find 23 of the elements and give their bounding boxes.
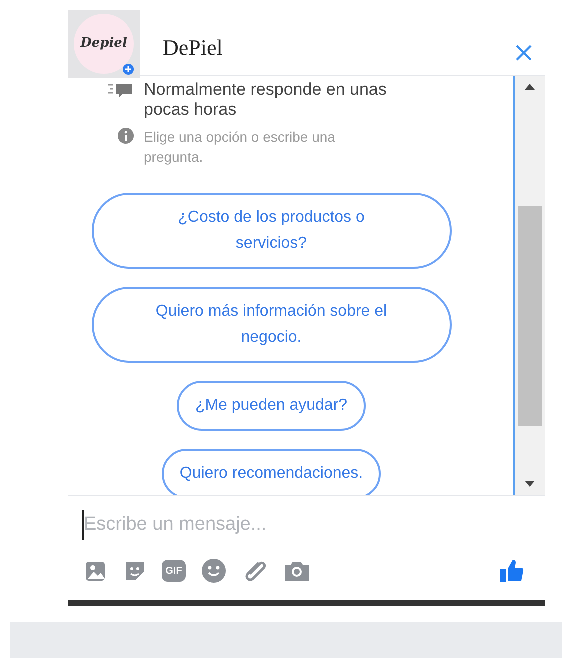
hint-text: Elige una opción o escribe una pregunta. (144, 128, 336, 167)
message-field[interactable]: Escribe un mensaje... (82, 510, 342, 540)
camera-icon[interactable] (283, 559, 311, 583)
close-icon (515, 44, 533, 62)
emoji-icon[interactable] (201, 558, 227, 584)
sticker-icon[interactable] (123, 559, 147, 583)
quick-reply-button[interactable]: ¿Me pueden ayudar? (177, 381, 366, 431)
scroll-down-icon[interactable] (525, 481, 535, 487)
info-icon (118, 128, 134, 144)
quick-reply-button[interactable]: Quiero más información sobre el negocio. (92, 287, 452, 363)
chat-bubble-icon (108, 83, 134, 99)
scroll-up-icon[interactable] (525, 84, 535, 90)
gif-button[interactable]: GIF (162, 560, 186, 582)
scroll-thumb[interactable] (518, 206, 542, 426)
scrollbar[interactable] (515, 76, 545, 495)
image-icon[interactable] (84, 559, 108, 583)
add-icon (123, 64, 134, 75)
thumbs-up-icon[interactable] (499, 558, 525, 584)
chat-title: DePiel (163, 34, 223, 62)
quick-reply-button[interactable]: ¿Costo de los productos o servicios? (92, 193, 452, 269)
quick-reply-button[interactable]: Quiero recomendaciones. (162, 449, 382, 495)
avatar-logo-text: Depiel (80, 35, 128, 54)
response-time-text: Normalmente responde en unas pocas horas (144, 80, 388, 120)
